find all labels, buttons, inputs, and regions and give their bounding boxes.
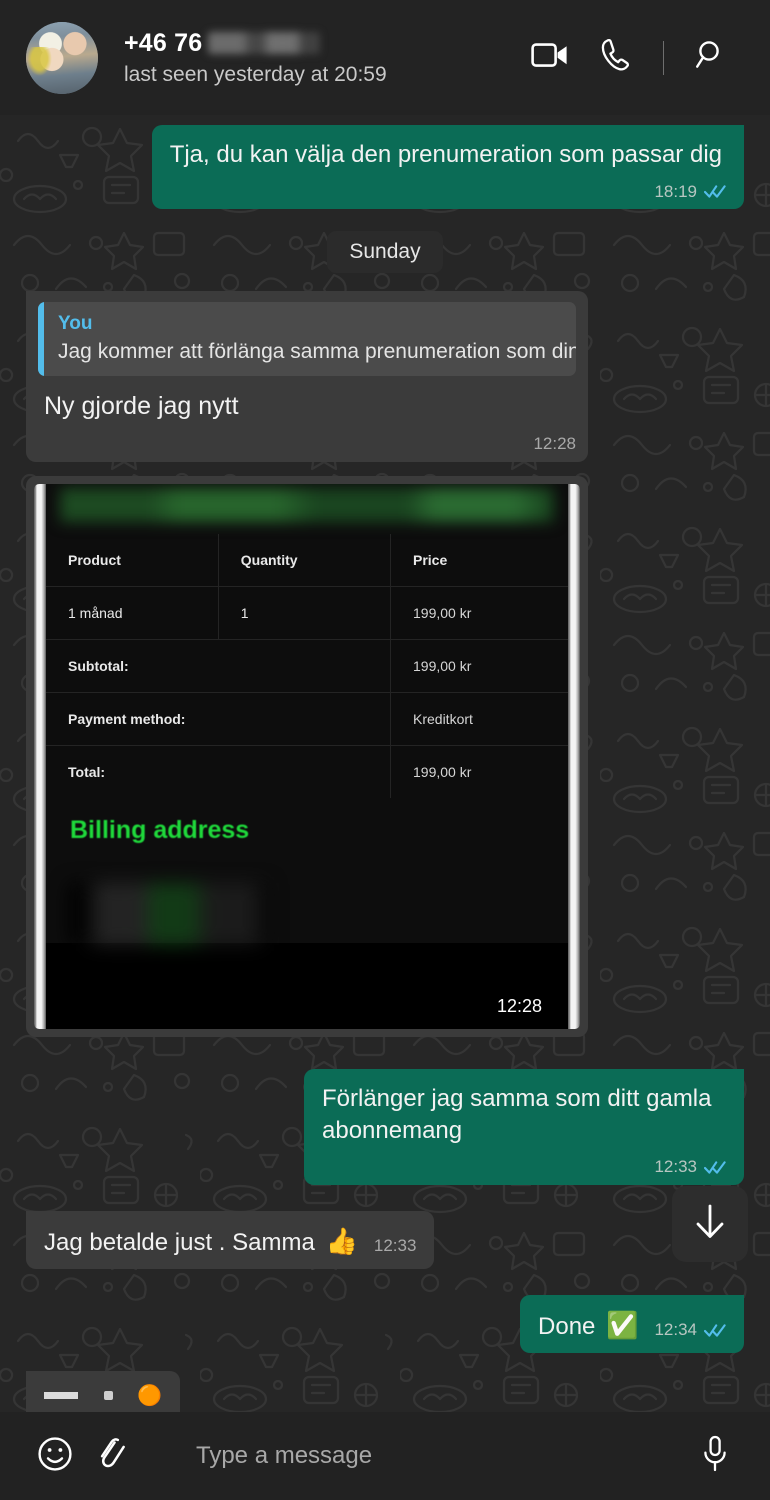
message-meta: 12:33 <box>654 1156 726 1178</box>
message-bubble-incoming-cutoff[interactable]: 🟠 <box>26 1371 180 1412</box>
emoji-button[interactable] <box>26 1427 84 1485</box>
messages-container: Tja, du kan välja den prenumeration som … <box>0 115 770 1412</box>
screenshot-right-scrollbar[interactable] <box>568 483 580 1029</box>
cell-price: 199,00 kr <box>390 586 568 640</box>
voice-call-icon <box>600 38 632 77</box>
scroll-to-bottom-button[interactable] <box>672 1186 748 1262</box>
redacted-invoice-title <box>60 487 554 522</box>
message-text: Förlänger jag samma som ditt gamla abonn… <box>322 1084 712 1144</box>
label-subtotal: Subtotal: <box>46 639 391 693</box>
contact-name-row: +46 76 <box>124 29 517 58</box>
message-composer <box>0 1412 770 1500</box>
search-button[interactable] <box>678 25 744 91</box>
label-payment-method: Payment method: <box>46 692 391 746</box>
message-text: Ny gjorde jag nytt <box>44 392 239 421</box>
table-row-payment-method: Payment method: Kreditkort <box>46 692 568 746</box>
message-time: 18:19 <box>654 181 697 201</box>
day-divider-chip: Sunday <box>327 231 443 274</box>
billing-address-heading: Billing address <box>70 815 250 844</box>
table-row-subtotal: Subtotal: 199,00 kr <box>46 639 568 693</box>
microphone-icon <box>701 1434 729 1479</box>
value-subtotal: 199,00 kr <box>390 639 568 693</box>
message-time: 12:33 <box>373 1235 417 1255</box>
read-receipt-icon <box>703 1323 726 1338</box>
message-row: You Jag kommer att förlänga samma prenum… <box>26 291 744 462</box>
cell-quantity: 1 <box>218 586 392 640</box>
video-call-button[interactable] <box>517 25 583 91</box>
column-header-product: Product <box>46 533 219 587</box>
cutoff-emoji-fragment: 🟠 <box>137 1385 162 1408</box>
contact-phone-number: +46 76 <box>124 28 203 57</box>
message-meta: 18:19 <box>654 181 726 203</box>
column-header-price: Price <box>390 533 568 587</box>
message-time: 12:33 <box>654 1157 697 1177</box>
message-row: Jag betalde just . Samma 👍 12:33 <box>26 1210 744 1269</box>
message-row-partial: 🟠 <box>26 1371 744 1412</box>
attach-icon <box>95 1435 131 1478</box>
table-row: 1 månad 1 199,00 kr <box>46 586 568 640</box>
avatar-photo-highlight <box>27 47 52 77</box>
message-input[interactable] <box>142 1442 686 1470</box>
header-divider <box>663 40 664 75</box>
message-bubble-outgoing[interactable]: Tja, du kan välja den prenumeration som … <box>151 125 744 210</box>
label-total: Total: <box>46 745 391 798</box>
cutoff-text-fragment <box>44 1392 78 1400</box>
message-text: Jag betalde just . Samma <box>44 1228 322 1256</box>
message-row: Tja, du kan välja den prenumeration som … <box>26 125 744 210</box>
emoji-icon <box>36 1435 74 1478</box>
message-row: Done ✅ 12:34 <box>26 1294 744 1354</box>
whatsapp-chat-window: +46 76 last seen yesterday at 20:59 Tja,… <box>0 0 770 1500</box>
day-divider-row: Sunday <box>26 231 744 274</box>
voice-call-button[interactable] <box>583 25 649 91</box>
check-mark-emoji: ✅ <box>606 1310 639 1341</box>
message-bubble-incoming[interactable]: Jag betalde just . Samma 👍 12:33 <box>26 1210 435 1269</box>
search-icon <box>694 38 728 77</box>
avatar[interactable] <box>26 21 98 94</box>
message-time: 12:28 <box>533 434 576 454</box>
header-actions <box>517 25 744 91</box>
quote-body: You Jag kommer att förlänga samma prenum… <box>44 302 576 376</box>
video-call-icon <box>531 41 569 74</box>
table-row-total: Total: 199,00 kr <box>46 745 568 798</box>
attach-button[interactable] <box>84 1427 142 1485</box>
message-bubble-outgoing[interactable]: Done ✅ 12:34 <box>520 1294 744 1354</box>
microphone-button[interactable] <box>686 1427 744 1485</box>
message-meta: 12:33 <box>374 1235 417 1257</box>
message-bubble-image[interactable]: Product Quantity Price 1 månad 1 199,00 … <box>26 475 588 1037</box>
thumbs-up-emoji: 👍 <box>325 1226 358 1257</box>
message-meta: 12:34 <box>654 1319 726 1341</box>
image-message-time: 12:28 <box>496 995 542 1016</box>
quote-text: Jag kommer att förlänga samma prenumerat… <box>58 340 576 364</box>
quote-author: You <box>58 313 93 335</box>
message-meta: 12:28 <box>533 433 576 455</box>
message-text: Tja, du kan välja den prenumeration som … <box>169 141 722 168</box>
contact-status: last seen yesterday at 20:59 <box>124 62 387 86</box>
message-text: Done <box>538 1312 603 1340</box>
quoted-message[interactable]: You Jag kommer att förlänga samma prenum… <box>38 302 576 377</box>
cutoff-text-fragment <box>104 1391 113 1401</box>
header-contact-info[interactable]: +46 76 last seen yesterday at 20:59 <box>124 29 517 87</box>
read-receipt-icon <box>703 1160 726 1175</box>
column-header-quantity: Quantity <box>218 533 392 587</box>
message-row: Product Quantity Price 1 månad 1 199,00 … <box>26 475 744 1037</box>
message-bubble-outgoing[interactable]: Förlänger jag samma som ditt gamla abonn… <box>304 1068 744 1185</box>
value-payment-method: Kreditkort <box>390 692 568 746</box>
message-bubble-incoming[interactable]: You Jag kommer att förlänga samma prenum… <box>26 291 588 462</box>
invoice-table: Product Quantity Price 1 månad 1 199,00 … <box>46 533 568 798</box>
invoice-screenshot[interactable]: Product Quantity Price 1 månad 1 199,00 … <box>34 483 580 1029</box>
read-receipt-icon <box>703 184 726 199</box>
redacted-number-blur <box>208 32 321 54</box>
message-row: Förlänger jag samma som ditt gamla abonn… <box>26 1068 744 1185</box>
value-total: 199,00 kr <box>413 763 472 780</box>
invoice-content: Product Quantity Price 1 månad 1 199,00 … <box>46 483 568 1029</box>
message-time: 12:34 <box>654 1319 697 1339</box>
redacted-billing-address <box>68 882 268 945</box>
invoice-bottom-area <box>46 942 568 1029</box>
arrow-down-icon <box>693 1202 727 1247</box>
screenshot-left-scrollbar[interactable] <box>34 483 46 1029</box>
message-list[interactable]: Tja, du kan välja den prenumeration som … <box>0 115 770 1412</box>
table-header-row: Product Quantity Price <box>46 533 568 587</box>
chat-header: +46 76 last seen yesterday at 20:59 <box>0 0 770 115</box>
cell-product: 1 månad <box>46 586 219 640</box>
